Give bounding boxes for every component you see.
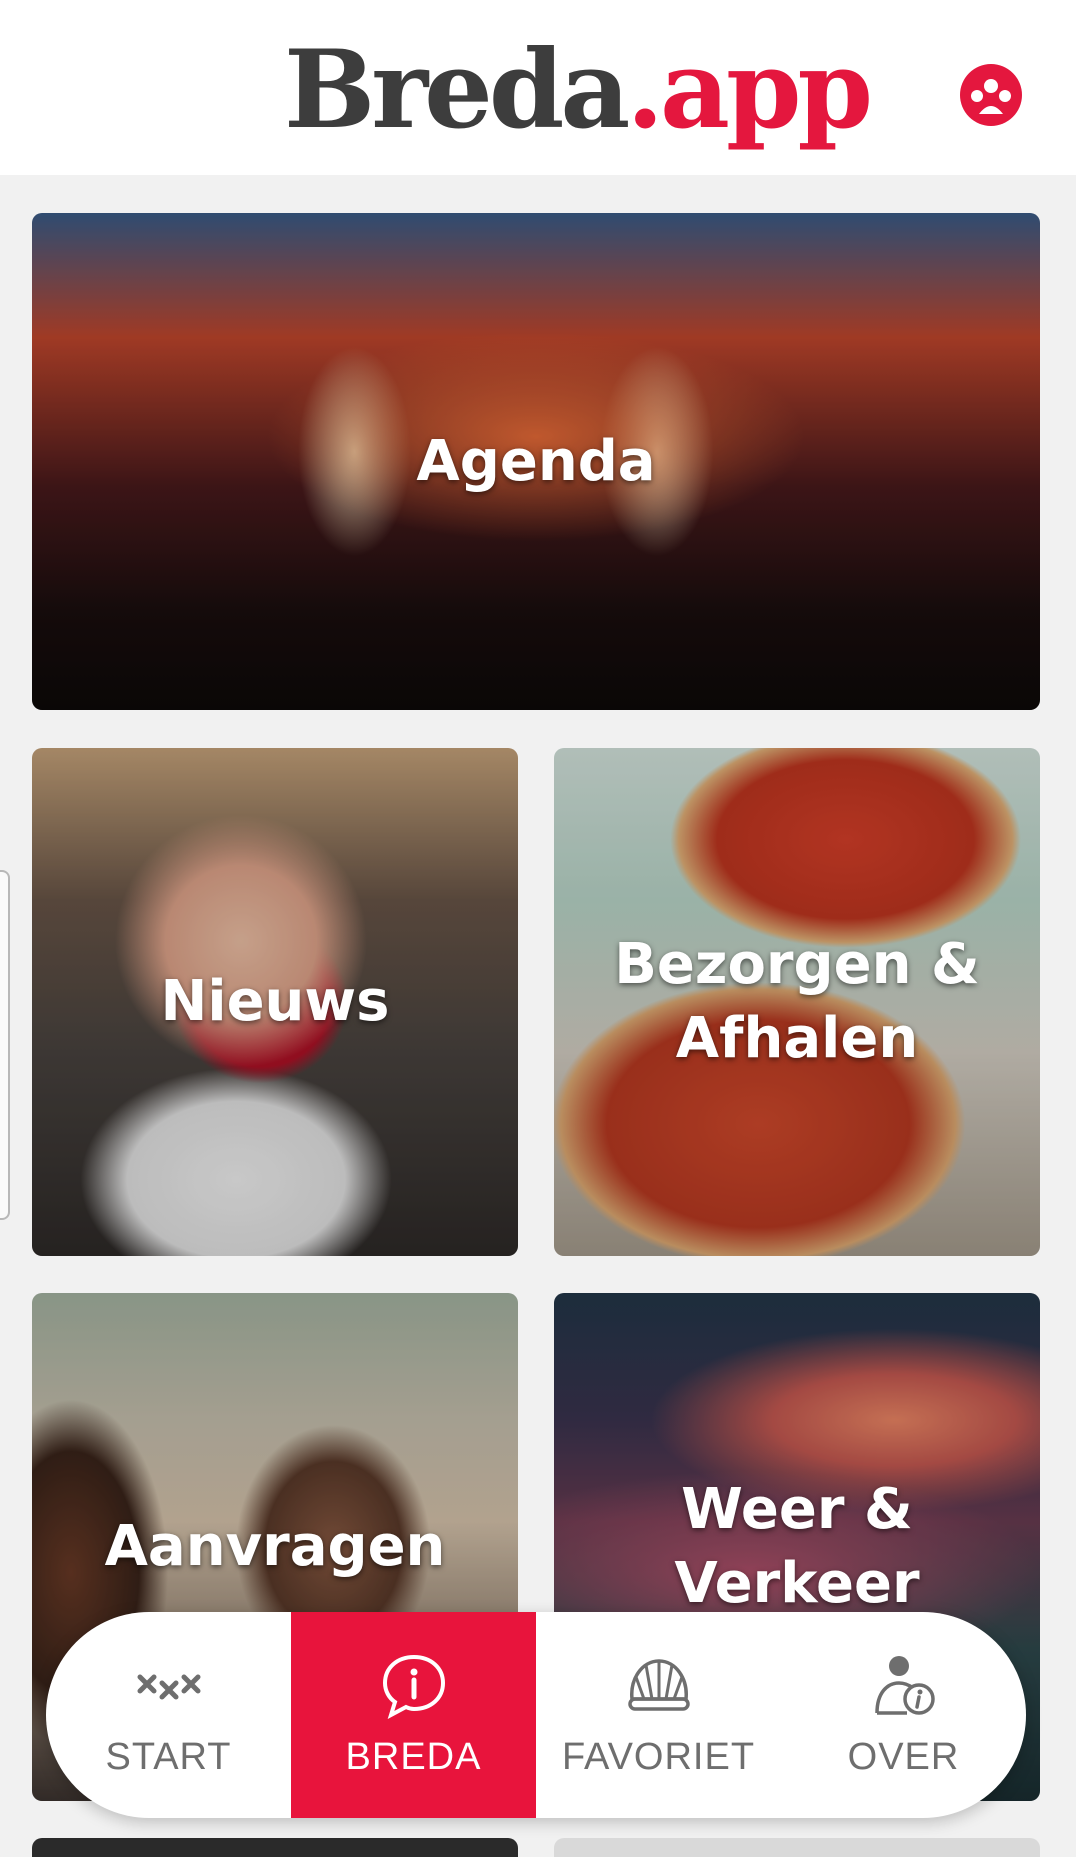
nav-item-start[interactable]: START <box>46 1612 291 1818</box>
user-info-icon <box>874 1656 935 1715</box>
app-header: Breda. app <box>0 0 1076 175</box>
logo-text-dot: . <box>626 27 664 153</box>
tile-nieuws[interactable]: Nieuws <box>32 748 518 1256</box>
nav-label-over: OVER <box>847 1736 960 1778</box>
logo-text-app: app <box>660 27 873 153</box>
tile-label-weer-verkeer: Weer & Verkeer <box>674 1477 920 1616</box>
nav-label-start: START <box>105 1736 232 1778</box>
tile-label-nieuws: Nieuws <box>160 969 390 1034</box>
tile-bezorgen-afhalen[interactable]: Bezorgen & Afhalen <box>554 748 1040 1256</box>
side-drawer-handle[interactable] <box>0 870 10 1220</box>
tile-label-agenda: Agenda <box>416 428 656 494</box>
bottom-navigation: START BREDA FAVORIET OVER <box>46 1612 1026 1818</box>
xxx-crosses-icon <box>137 1674 200 1700</box>
nav-item-favoriet[interactable]: FAVORIET <box>536 1612 781 1818</box>
user-group-icon <box>971 79 1011 114</box>
info-chat-icon <box>382 1654 445 1719</box>
nav-label-breda: BREDA <box>345 1736 482 1778</box>
nav-item-breda[interactable]: BREDA <box>291 1612 536 1818</box>
tile-partial-right[interactable] <box>554 1838 1040 1857</box>
profile-button[interactable] <box>960 64 1022 126</box>
tile-label-bezorgen-afhalen: Bezorgen & Afhalen <box>614 932 980 1071</box>
bredaapp-logo[interactable]: Breda. app <box>284 20 873 160</box>
tile-partial-left[interactable] <box>32 1838 518 1857</box>
tile-agenda[interactable]: Agenda <box>32 213 1040 710</box>
logo-text-breda: Breda <box>284 27 630 153</box>
nav-label-favoriet: FAVORIET <box>561 1736 756 1778</box>
tile-label-aanvragen: Aanvragen <box>104 1514 446 1579</box>
shell-icon <box>627 1659 690 1711</box>
nav-item-over[interactable]: OVER <box>781 1612 1026 1818</box>
